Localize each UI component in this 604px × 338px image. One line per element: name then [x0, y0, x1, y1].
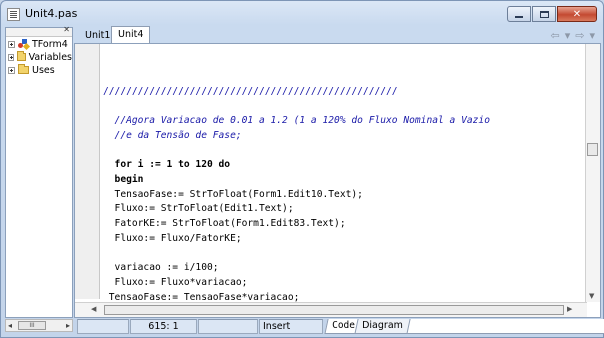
structure-hscrollbar[interactable]: ◂ III ▸ — [5, 319, 73, 332]
tree-item-label: Variables — [28, 51, 72, 63]
code-line: Fluxo:= Fluxo/FatorKE; — [103, 232, 242, 244]
editor-vscrollbar[interactable]: ▼ — [585, 44, 600, 302]
caption-buttons: ✕ — [506, 6, 597, 22]
expand-icon[interactable] — [8, 53, 14, 61]
code-editor[interactable]: ////////////////////////////////////////… — [74, 43, 601, 318]
tab-code-label: Code — [332, 320, 355, 331]
editor-hscrollbar[interactable]: ◀ ▶ — [75, 302, 587, 317]
tab-diagram[interactable]: Diagram — [354, 319, 411, 334]
tree-item-variables[interactable]: Variables — [6, 51, 72, 63]
minimize-icon — [515, 16, 523, 18]
tree-item-uses[interactable]: Uses — [6, 64, 72, 76]
chevron-down-icon[interactable]: ▾ — [565, 29, 571, 42]
forward-arrow-icon[interactable]: ⇨ — [575, 29, 584, 42]
tab-unit4[interactable]: Unit4 — [111, 26, 151, 43]
code-line: ////////////////////////////////////////… — [103, 85, 398, 97]
hscroll-thumb[interactable] — [104, 305, 564, 315]
code-line: //e da Tensão de Fase; — [103, 129, 242, 141]
status-panel — [77, 319, 129, 334]
modified-indicator — [198, 319, 258, 334]
status-bar: 615: 1 Insert Code Diagram — [74, 319, 604, 335]
maximize-icon — [539, 10, 549, 18]
insert-mode: Insert — [259, 319, 323, 334]
scroll-down-icon[interactable]: ▼ — [589, 292, 594, 300]
cursor-position: 615: 1 — [130, 319, 197, 334]
scroll-thumb[interactable]: III — [18, 321, 46, 330]
window-title: Unit4.pas — [25, 7, 78, 20]
tab-diagram-label: Diagram — [362, 320, 403, 331]
code-line: variacao := i/100; — [103, 262, 219, 274]
close-button[interactable]: ✕ — [557, 6, 597, 22]
code-text[interactable]: ////////////////////////////////////////… — [103, 70, 583, 303]
expand-icon[interactable] — [8, 40, 15, 48]
structure-pane-header: ✕ — [6, 25, 72, 37]
expand-icon[interactable] — [8, 66, 15, 74]
vscroll-thumb[interactable] — [587, 143, 598, 156]
pane-close-icon[interactable]: ✕ — [63, 25, 70, 34]
code-line: Fluxo:= StrToFloat(Edit1.Text); — [103, 203, 294, 215]
code-line: FatorKE:= StrToFloat(Form1.Edit83.Text); — [103, 218, 346, 230]
chevron-down-icon[interactable]: ▾ — [589, 29, 595, 42]
scroll-left-icon[interactable]: ◂ — [8, 321, 12, 330]
document-icon — [7, 8, 20, 21]
structure-pane: ✕ TForm4 Variables Uses — [5, 25, 73, 318]
scroll-right-icon[interactable]: ▸ — [66, 321, 70, 330]
code-line: begin — [103, 173, 144, 185]
code-line: for i := 1 to 120 do — [103, 159, 231, 171]
tree-item-label: Uses — [32, 64, 55, 76]
editor-tab-bar: Unit1 Unit4 ⇦ ▾ ⇨ ▾ — [74, 25, 603, 44]
minimize-button[interactable] — [507, 6, 531, 22]
folder-icon — [18, 64, 29, 74]
tree-item-label: TForm4 — [32, 38, 68, 50]
editor-gutter[interactable] — [75, 44, 100, 299]
code-line: //Agora Variacao de 0.01 a 1.2 (1 a 120%… — [103, 115, 490, 127]
editor-window: Unit4.pas ✕ ✕ TForm4 Variables Uses ◂ II… — [0, 0, 604, 338]
close-icon: ✕ — [572, 8, 582, 20]
component-icon — [18, 39, 31, 51]
code-line: Fluxo:= Fluxo*variacao; — [103, 276, 248, 288]
scroll-right-icon[interactable]: ▶ — [567, 305, 572, 313]
tree-item-tform4[interactable]: TForm4 — [6, 38, 72, 51]
history-nav: ⇦ ▾ ⇨ ▾ — [551, 29, 596, 42]
scroll-left-icon[interactable]: ◀ — [91, 305, 96, 313]
code-line: TensaoFase:= TensaoFase*variacao; — [103, 291, 300, 303]
maximize-button[interactable] — [532, 6, 556, 22]
back-arrow-icon[interactable]: ⇦ — [551, 29, 560, 42]
title-bar[interactable]: Unit4.pas ✕ — [1, 1, 603, 28]
code-line: TensaoFase:= StrToFloat(Form1.Edit10.Tex… — [103, 188, 363, 200]
folder-icon — [16, 51, 26, 61]
